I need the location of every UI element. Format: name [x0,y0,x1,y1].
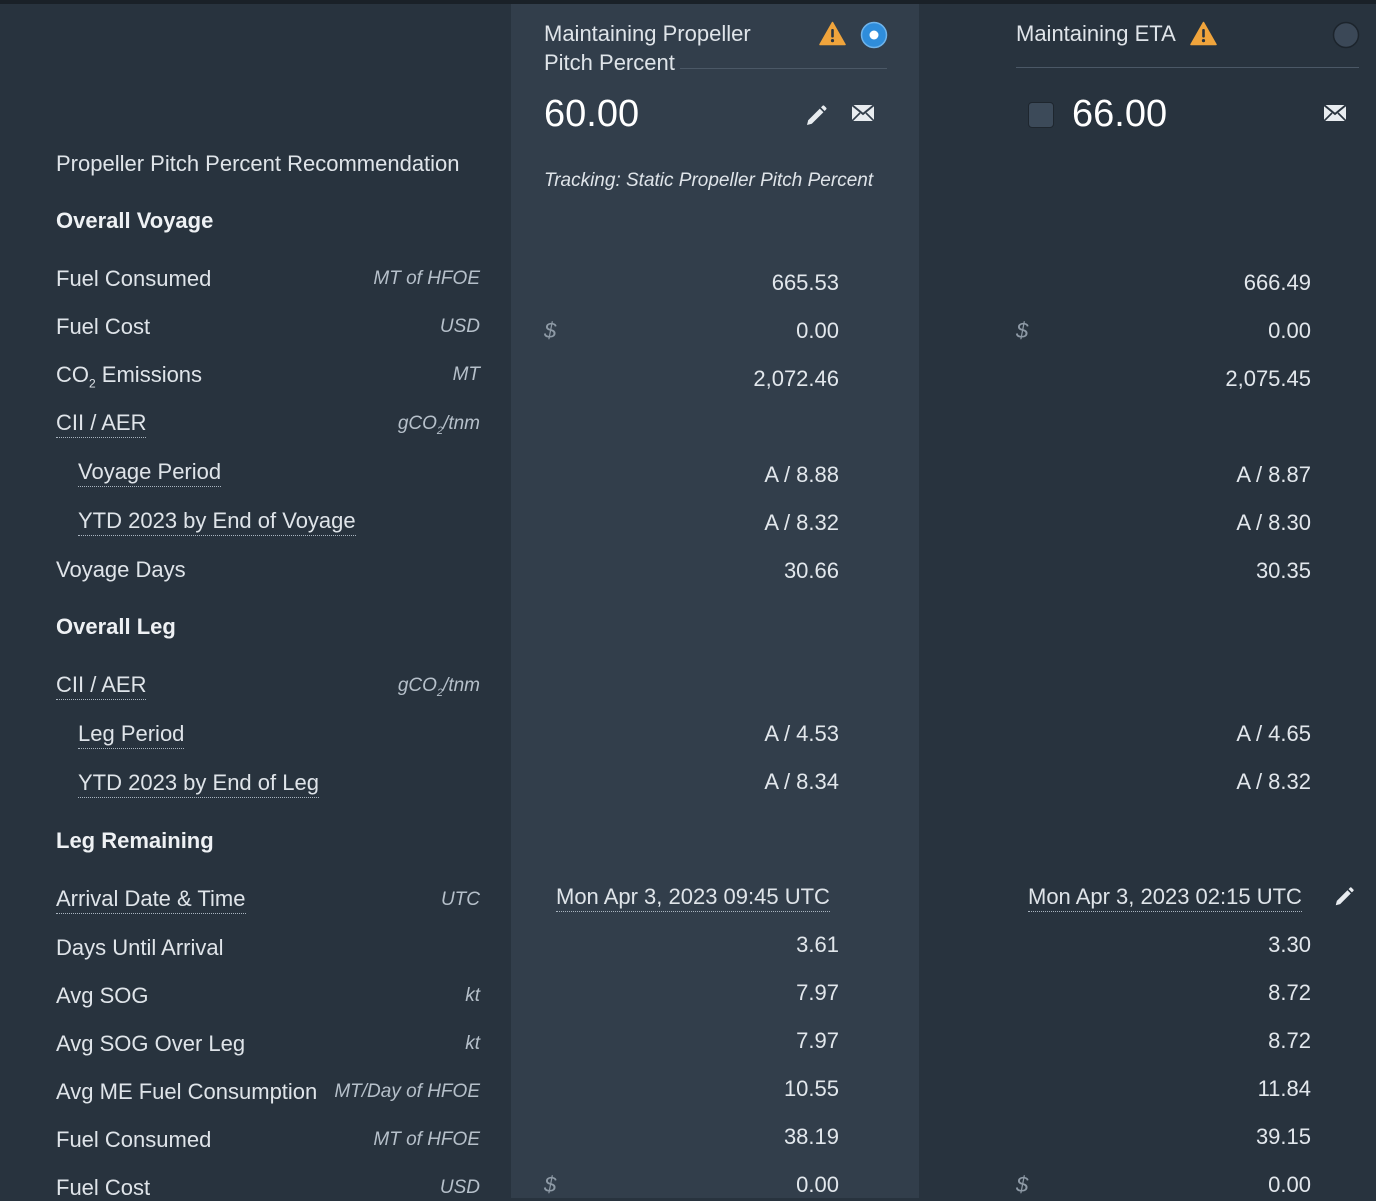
value-leg-period: A / 4.65 [1236,721,1311,746]
label-avg-sog: Avg SOG [56,983,149,1008]
value-avg-sog-leg: 8.72 [1268,1028,1311,1053]
unit-avg-sog: kt [465,985,480,1006]
value-avg-sog: 8.72 [1268,980,1311,1005]
value-leg-fuel-cost: 0.00 [796,1172,839,1197]
warning-icon[interactable] [819,21,846,46]
value-days-until-arrival: 3.30 [1268,932,1311,957]
scenario-title-eta: Maintaining ETA [1016,21,1176,46]
value-co2-emissions: 2,075.45 [1225,366,1311,391]
unit-voyage-fuel-cost: USD [439,316,480,337]
unit-leg-fuel-consumed: MT of HFOE [373,1129,480,1150]
section-leg-remaining: Leg Remaining [56,828,214,853]
value-avg-sog-leg: 7.97 [796,1028,839,1053]
eta-value: 66.00 [1072,93,1168,135]
value-avg-sog: 7.97 [796,980,839,1005]
label-voyage-days: Voyage Days [56,557,186,582]
label-leg-cii-aer[interactable]: CII / AER [56,672,147,700]
unit-arrival: UTC [440,889,480,910]
header-divider [680,68,887,69]
label-leg-period[interactable]: Leg Period [78,721,185,749]
value-ytd-voyage: A / 8.32 [764,510,839,535]
compare-checkbox[interactable] [1028,102,1054,128]
pencil-icon[interactable] [1333,886,1355,908]
value-leg-fuel-cost: 0.00 [1268,1172,1311,1197]
value-arrival[interactable]: Mon Apr 3, 2023 09:45 UTC [556,884,830,912]
value-voyage-period: A / 8.88 [764,462,839,487]
value-voyage-fuel-consumed: 665.53 [771,270,839,295]
envelope-icon[interactable] [851,104,875,122]
header-divider [1016,67,1359,68]
tracking-label: Tracking: Static Propeller Pitch Percent [544,170,874,191]
value-ytd-voyage: A / 8.30 [1236,510,1311,535]
label-leg-fuel-consumed: Fuel Consumed [56,1127,212,1152]
unit-voyage-fuel-consumed: MT of HFOE [373,268,480,289]
unit-leg-fuel-cost: USD [439,1177,480,1198]
value-arrival[interactable]: Mon Apr 3, 2023 02:15 UTC [1028,884,1302,912]
value-voyage-fuel-cost: 0.00 [796,318,839,343]
warning-icon[interactable] [1190,21,1217,46]
value-voyage-days: 30.66 [783,558,839,583]
value-leg-fuel-consumed: 39.15 [1255,1124,1311,1149]
label-avg-sog-leg: Avg SOG Over Leg [56,1031,246,1056]
value-voyage-fuel-cost: 0.00 [1268,318,1311,343]
value-co2-emissions: 2,072.46 [753,366,839,391]
label-ytd-leg[interactable]: YTD 2023 by End of Leg [78,770,319,798]
value-voyage-fuel-consumed: 666.49 [1243,270,1311,295]
unit-voyage-cii-aer: gCO2/tnm [397,413,480,437]
unit-avg-me-fuel: MT/Day of HFOE [334,1081,480,1102]
label-leg-fuel-cost: Fuel Cost [56,1175,151,1200]
label-days-until-arrival: Days Until Arrival [56,935,224,960]
label-co2-emissions: CO2 Emissions [56,362,203,391]
section-overall-leg: Overall Leg [56,614,176,639]
value-avg-me-fuel: 10.55 [783,1076,839,1101]
value-ytd-leg: A / 8.32 [1236,769,1311,794]
unit-co2-emissions: MT [452,364,480,385]
label-ytd-voyage[interactable]: YTD 2023 by End of Voyage [78,508,356,536]
value-leg-fuel-consumed: 38.19 [783,1124,839,1149]
value-leg-period: A / 4.53 [764,721,839,746]
unit-leg-cii-aer: gCO2/tnm [397,675,480,699]
radio-button-selected[interactable] [860,21,888,49]
unit-avg-sog-leg: kt [465,1033,480,1054]
recommendation-label: Propeller Pitch Percent Recommendation [56,151,460,176]
label-voyage-cii-aer[interactable]: CII / AER [56,410,147,438]
envelope-icon[interactable] [1323,104,1347,122]
value-avg-me-fuel: 11.84 [1257,1076,1311,1101]
radio-button-unselected[interactable] [1332,21,1360,49]
pencil-icon[interactable] [804,104,828,128]
recommended-value: 60.00 [544,93,640,135]
label-avg-me-fuel: Avg ME Fuel Consumption [56,1079,318,1104]
label-voyage-period[interactable]: Voyage Period [78,459,222,487]
label-voyage-fuel-cost: Fuel Cost [56,314,151,339]
label-arrival[interactable]: Arrival Date & Time [56,886,246,914]
value-ytd-leg: A / 8.34 [764,769,839,794]
label-voyage-fuel-consumed: Fuel Consumed [56,266,212,291]
value-voyage-period: A / 8.87 [1236,462,1311,487]
section-overall-voyage: Overall Voyage [56,208,214,233]
value-days-until-arrival: 3.61 [796,932,839,957]
value-voyage-days: 30.35 [1255,558,1311,583]
